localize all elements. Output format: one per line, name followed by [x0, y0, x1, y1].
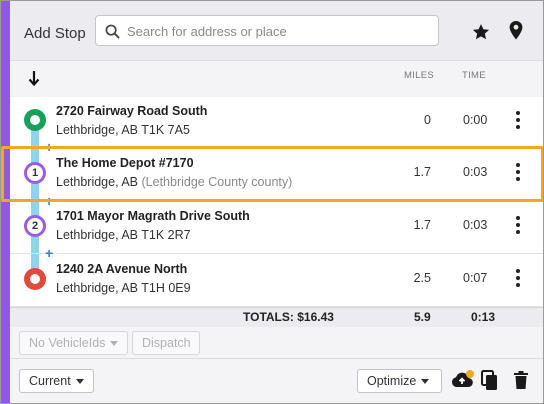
stop-miles: 1.7 — [413, 218, 431, 232]
divider — [10, 358, 543, 359]
add-stop-label: Add Stop — [24, 25, 86, 42]
stop-time: 0:07 — [463, 271, 488, 285]
stop-name: 1240 2A Avenue North — [56, 262, 188, 276]
stop-address: Lethbridge, AB T1K 7A5 — [56, 123, 190, 137]
more-options-icon[interactable] — [512, 268, 524, 288]
totals-miles: 5.9 — [414, 310, 431, 324]
stop-miles: 1.7 — [413, 165, 431, 179]
stop-name: The Home Depot #7170 — [56, 156, 194, 170]
more-options-icon[interactable] — [512, 162, 524, 182]
chevron-down-icon — [421, 379, 430, 385]
stop-row[interactable]: The Home Depot #7170 Lethbridge, AB (Let… — [10, 149, 543, 201]
trash-icon[interactable] — [514, 371, 528, 389]
stop-miles: 2.5 — [413, 271, 431, 285]
vehicle-select[interactable]: No VehicleIds — [19, 331, 128, 355]
stop-name: 1701 Mayor Magrath Drive South — [56, 209, 250, 223]
stop-county: (Lethbridge County county) — [141, 175, 293, 189]
copy-icon[interactable] — [481, 370, 499, 392]
start-marker-icon — [24, 109, 46, 131]
dispatch-button[interactable]: Dispatch — [132, 331, 200, 355]
chevron-down-icon — [75, 379, 84, 385]
add-stop-header: Add Stop — [10, 1, 543, 61]
stop-row[interactable]: 1240 2A Avenue North Lethbridge, AB T1H … — [10, 255, 543, 307]
stop-time: 0:03 — [463, 165, 488, 179]
stop-number-marker: 2 — [24, 215, 46, 237]
optimize-select[interactable]: Optimize — [357, 369, 442, 393]
stop-time: 0:00 — [463, 113, 488, 127]
chevron-down-icon — [110, 341, 119, 347]
totals-label: TOTALS: $16.43 — [243, 310, 334, 324]
time-column-header: TIME — [462, 70, 486, 81]
insert-stop-plus-icon[interactable]: + — [45, 140, 53, 154]
more-options-icon[interactable] — [512, 110, 524, 130]
end-marker-icon — [24, 268, 46, 290]
search-icon — [105, 24, 120, 39]
accent-bar — [1, 1, 10, 403]
route-panel: Add Stop MILES TIME 2720 Fairway Road So… — [0, 0, 544, 404]
cloud-upload-icon[interactable] — [450, 369, 476, 391]
stop-address: Lethbridge, AB (Lethbridge County county… — [56, 175, 293, 189]
stop-miles: 0 — [424, 113, 431, 127]
map-pin-icon[interactable] — [508, 20, 524, 41]
stop-number-marker: 1 — [24, 162, 46, 184]
stop-time: 0:03 — [463, 218, 488, 232]
insert-stop-plus-icon[interactable]: + — [45, 194, 53, 208]
search-input[interactable] — [127, 21, 427, 41]
totals-row: TOTALS: $16.43 5.9 0:13 — [10, 307, 543, 327]
search-box[interactable] — [95, 15, 439, 46]
insert-stop-plus-icon[interactable]: + — [45, 246, 53, 260]
more-options-icon[interactable] — [512, 215, 524, 235]
stop-row[interactable]: 2720 Fairway Road South Lethbridge, AB T… — [10, 97, 543, 149]
current-select[interactable]: Current — [19, 369, 94, 393]
sort-arrow-down-icon[interactable] — [27, 69, 41, 87]
stop-name: 2720 Fairway Road South — [56, 104, 208, 118]
stop-row[interactable]: 1701 Mayor Magrath Drive South Lethbridg… — [10, 202, 543, 254]
star-icon[interactable] — [471, 22, 491, 42]
miles-column-header: MILES — [404, 70, 435, 81]
stop-address: Lethbridge, AB T1H 0E9 — [56, 281, 191, 295]
totals-time: 0:13 — [471, 310, 496, 324]
stop-address: Lethbridge, AB T1K 2R7 — [56, 228, 191, 242]
